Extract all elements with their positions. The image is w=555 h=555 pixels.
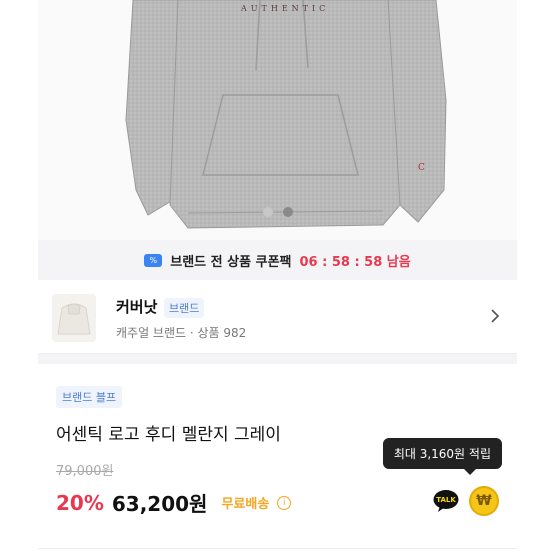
product-title: 어센틱 로고 후디 멜란지 그레이 xyxy=(56,425,281,445)
carousel-dot[interactable] xyxy=(262,207,273,217)
talk-label: TALK xyxy=(436,496,456,504)
brand-tag: 브랜드 xyxy=(164,298,205,318)
product-image xyxy=(125,0,447,229)
points-tooltip: 최대 3,160원 적립 xyxy=(382,438,502,475)
bottom-divider xyxy=(38,548,517,549)
price-row: 20% 63,200원 무료배송 i xyxy=(56,488,292,517)
chevron-right-icon[interactable] xyxy=(487,308,503,324)
sleeve-logo: C xyxy=(418,163,425,173)
section-divider xyxy=(38,354,517,364)
coupon-icon: % xyxy=(144,253,163,267)
brand-name: 커버낫 xyxy=(116,298,158,316)
hoodie-print-text: AUTHENTIC xyxy=(241,4,330,13)
won-symbol: ₩ xyxy=(476,493,492,509)
coupon-timer: 06 : 58 : 58 남음 xyxy=(299,254,411,270)
kakao-talk-icon[interactable]: TALK xyxy=(433,489,459,513)
carousel-indicator xyxy=(38,207,517,217)
free-shipping-label: 무료배송 xyxy=(221,497,270,512)
coupon-banner[interactable]: % 브랜드 전 상품 쿠폰팩 06 : 58 : 58 남음 xyxy=(38,240,517,280)
carousel-dot-active[interactable] xyxy=(282,207,293,217)
brand-subtitle: 캐주얼 브랜드 · 상품 982 xyxy=(116,326,247,340)
brand-thumbnail xyxy=(52,294,96,342)
promo-badge: 브랜드 블프 xyxy=(56,386,123,408)
brand-row[interactable]: 커버낫 브랜드 캐주얼 브랜드 · 상품 982 xyxy=(38,290,517,354)
product-page: AUTHENTIC C % 브랜드 전 상품 쿠폰팩 06 : 58 : 58 … xyxy=(38,0,517,555)
info-icon[interactable]: i xyxy=(277,495,292,510)
won-coin-icon[interactable]: ₩ xyxy=(469,486,499,516)
coupon-label: 브랜드 전 상품 쿠폰팩 xyxy=(170,254,292,270)
product-image-carousel[interactable]: AUTHENTIC C xyxy=(38,0,517,240)
sale-price: 63,200원 xyxy=(111,492,208,516)
discount-rate: 20% xyxy=(56,490,104,515)
original-price: 79,000원 xyxy=(56,464,114,479)
